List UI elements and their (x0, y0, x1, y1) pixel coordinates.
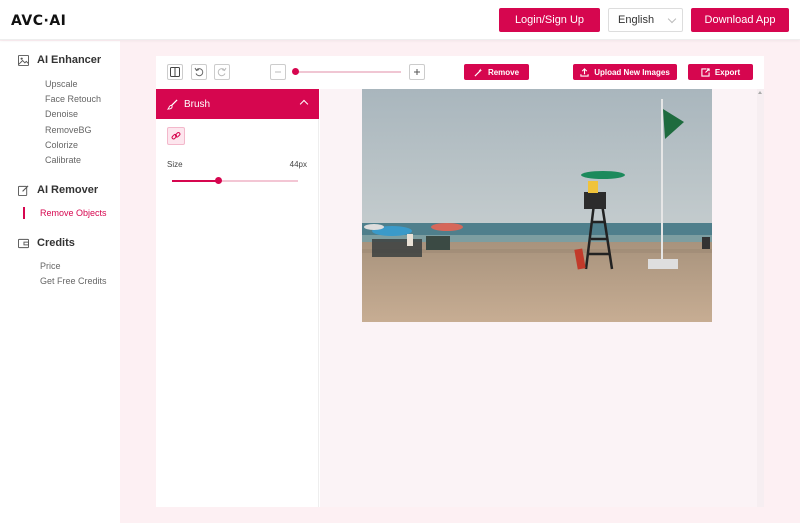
size-slider-fill (172, 180, 219, 182)
sidebar: AI Enhancer Upscale Face Retouch Denoise… (0, 41, 120, 523)
upload-icon (580, 67, 589, 77)
sidebar-item-get-free-credits[interactable]: Get Free Credits (40, 276, 107, 286)
brush-icon (167, 98, 178, 110)
section-title: AI Enhancer (37, 54, 102, 66)
scroll-up-icon[interactable] (758, 91, 762, 94)
upload-new-images-button[interactable]: Upload New Images (573, 64, 677, 80)
chevron-up-icon[interactable] (299, 99, 309, 109)
undo-icon[interactable] (191, 64, 207, 80)
magic-wand-icon (474, 67, 483, 77)
section-title: Credits (37, 237, 75, 249)
login-signup-button[interactable]: Login/Sign Up (499, 8, 600, 32)
section-title: AI Remover (37, 184, 99, 196)
edit-icon (18, 185, 29, 196)
image-icon (18, 54, 29, 66)
top-header: AVC·AI Login/Sign Up English Download Ap… (0, 0, 800, 40)
compare-icon[interactable] (167, 64, 183, 80)
beach-photo[interactable] (362, 89, 712, 322)
sidebar-section-credits[interactable]: Credits (18, 237, 75, 249)
brush-title: Brush (184, 98, 211, 110)
link-icon[interactable] (167, 127, 185, 145)
logo[interactable]: AVC·AI (11, 13, 66, 29)
sidebar-item-denoise[interactable]: Denoise (45, 109, 78, 119)
language-select[interactable]: English (608, 8, 683, 32)
vertical-scrollbar[interactable] (757, 89, 764, 507)
sidebar-section-ai-enhancer[interactable]: AI Enhancer (18, 54, 101, 66)
sidebar-item-calibrate[interactable]: Calibrate (45, 155, 81, 165)
export-button[interactable]: Export (688, 64, 753, 80)
image-canvas[interactable] (320, 89, 764, 507)
chevron-down-icon (667, 14, 677, 24)
zoom-slider[interactable] (293, 71, 401, 73)
sidebar-item-price[interactable]: Price (40, 261, 61, 271)
language-value: English (618, 14, 655, 26)
editor-toolbar: Remove Upload New Images Export (156, 56, 764, 88)
editor-panel: Remove Upload New Images Export Brush Si… (156, 56, 764, 507)
sidebar-item-upscale[interactable]: Upscale (45, 79, 78, 89)
zoom-out-icon[interactable] (270, 64, 286, 80)
export-icon (701, 67, 710, 77)
sidebar-item-removebg[interactable]: RemoveBG (45, 125, 92, 135)
redo-icon[interactable] (214, 64, 230, 80)
sidebar-section-ai-remover[interactable]: AI Remover (18, 184, 98, 196)
wallet-icon (18, 238, 29, 248)
brush-panel: Size 44px (156, 119, 319, 507)
zoom-in-icon[interactable] (409, 64, 425, 80)
size-label: Size (167, 160, 183, 169)
zoom-slider-handle[interactable] (291, 68, 299, 75)
size-slider-handle[interactable] (215, 177, 223, 184)
download-app-button[interactable]: Download App (691, 8, 789, 32)
active-indicator (23, 207, 25, 219)
sidebar-item-remove-objects[interactable]: Remove Objects (40, 208, 107, 218)
remove-button[interactable]: Remove (464, 64, 529, 80)
size-value: 44px (289, 160, 307, 169)
sidebar-item-face-retouch[interactable]: Face Retouch (45, 94, 101, 104)
brush-panel-header[interactable]: Brush (156, 89, 319, 119)
sidebar-item-colorize[interactable]: Colorize (45, 140, 78, 150)
